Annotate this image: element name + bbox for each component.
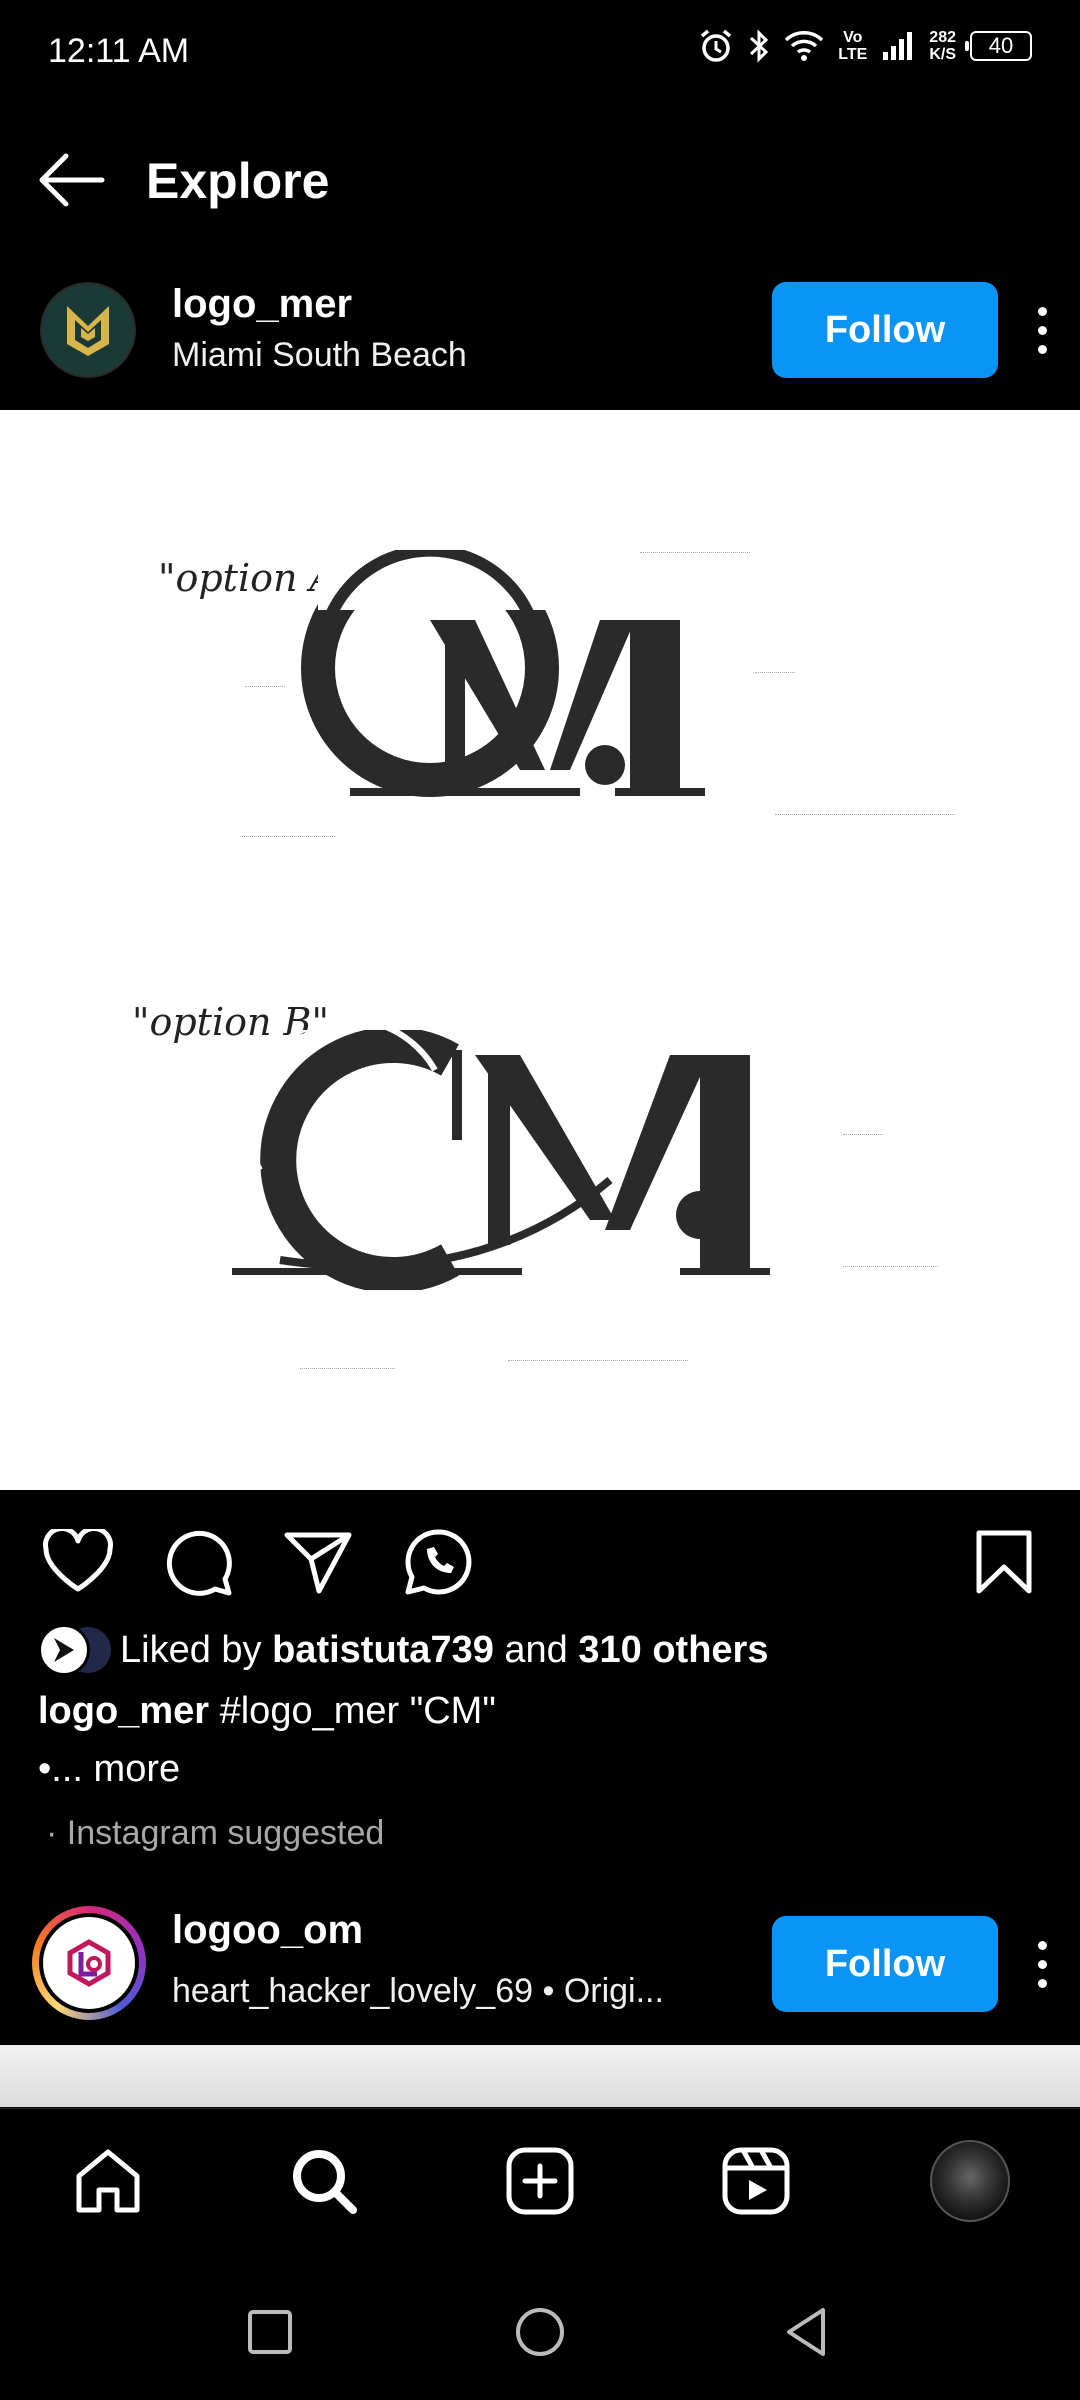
avatar[interactable] (40, 282, 136, 378)
speed-value: 282 (929, 29, 956, 46)
like-button[interactable] (40, 1524, 116, 1600)
network-top: Vo (843, 29, 863, 46)
follow-button[interactable]: Follow (772, 282, 998, 378)
profile-avatar (930, 2140, 1010, 2222)
post-location[interactable]: Miami South Beach (172, 336, 467, 375)
share-button[interactable] (280, 1524, 356, 1600)
nav-search[interactable] (284, 2141, 364, 2221)
caption-text: "CM" (399, 1690, 496, 1732)
annotation (508, 1360, 688, 1380)
post-header: logo_mer Miami South Beach Follow (0, 270, 1080, 410)
liker-avatar (38, 1624, 90, 1676)
square-icon (248, 2310, 292, 2354)
post-username[interactable]: logo_mer (172, 282, 352, 327)
next-post-subtitle[interactable]: heart_hacker_lovely_69 • Origi... (172, 1972, 664, 2011)
caption-username[interactable]: logo_mer (38, 1690, 209, 1732)
suggested-label: · Instagram suggested (46, 1814, 385, 1852)
battery-level: 40 (988, 33, 1014, 58)
circle-icon (516, 2308, 564, 2356)
annotation (640, 552, 750, 582)
brand-logo-icon (67, 1939, 111, 1987)
annotation (300, 1368, 395, 1388)
triangle-back-icon (787, 2308, 825, 2356)
post-image[interactable]: "option A" "option B" (0, 410, 1080, 1490)
bluetooth-icon (750, 29, 769, 63)
network-type: Vo LTE (838, 29, 867, 63)
explore-header: Explore (0, 130, 1080, 230)
likes-prefix: Liked by (120, 1628, 273, 1671)
whatsapp-share-button[interactable] (400, 1524, 476, 1600)
wifi-icon (785, 31, 824, 61)
caption-more-link[interactable]: •... more (38, 1748, 180, 1791)
whatsapp-icon (405, 1529, 472, 1595)
annotation (775, 814, 955, 844)
bookmark-icon (976, 1530, 1032, 1594)
comment-button[interactable] (160, 1524, 236, 1600)
bottom-nav (0, 2108, 1080, 2254)
send-icon (284, 1532, 352, 1594)
home-icon (76, 2149, 140, 2213)
status-time: 12:11 AM (48, 32, 190, 70)
monogram-option-a (301, 550, 705, 797)
annotation (245, 686, 285, 706)
liker-logo-icon (54, 1638, 74, 1662)
post-actions (0, 1510, 1080, 1610)
battery-icon: 40 (965, 31, 1032, 61)
add-post-icon (506, 2147, 574, 2215)
back-system-button[interactable] (776, 2302, 836, 2362)
search-icon (293, 2150, 357, 2214)
page-title: Explore (146, 153, 330, 209)
nav-reels[interactable] (716, 2141, 796, 2221)
annotation (240, 836, 335, 866)
heart-icon (43, 1529, 113, 1592)
system-nav-bar (0, 2256, 1080, 2400)
next-post-header: logoo_om heart_hacker_lovely_69 • Origi.… (0, 1900, 1080, 2040)
arrow-left-icon (39, 153, 105, 207)
nav-create[interactable] (500, 2141, 580, 2221)
liker-avatars (38, 1622, 120, 1678)
signal-icon (883, 32, 913, 60)
nav-profile[interactable] (930, 2140, 1010, 2222)
network-speed: 282 K/S (929, 29, 956, 63)
annotation (843, 1266, 938, 1296)
next-post-image-peek[interactable] (0, 2045, 1080, 2107)
likes-middle: and (493, 1628, 579, 1671)
story-avatar[interactable] (32, 1906, 146, 2020)
likes-summary[interactable]: Liked by batistuta739 and 310 others (38, 1620, 768, 1680)
reels-icon (722, 2147, 790, 2215)
alarm-icon (701, 29, 732, 62)
back-button[interactable] (36, 150, 106, 210)
annotation (843, 1134, 883, 1154)
next-post-more-button[interactable] (1022, 1916, 1062, 2012)
liker-username[interactable]: batistuta739 (272, 1629, 494, 1672)
caption: logo_mer #logo_mer "CM" (38, 1690, 496, 1733)
recents-button[interactable] (240, 2302, 300, 2362)
network-bottom: LTE (838, 46, 868, 63)
status-bar: 12:11 AM Vo LTE 282 K/S 40 (0, 0, 1080, 110)
status-icons: Vo LTE 282 K/S 40 (698, 28, 1032, 64)
brand-logo-icon (67, 306, 109, 356)
next-post-username[interactable]: logoo_om (172, 1908, 363, 1953)
annotation (755, 672, 795, 692)
caption-hashtag[interactable]: #logo_mer (220, 1690, 400, 1732)
comment-icon (166, 1530, 232, 1596)
monogram-option-b (232, 1030, 770, 1290)
save-button[interactable] (966, 1524, 1042, 1600)
next-post-follow-button[interactable]: Follow (772, 1916, 998, 2012)
more-options-button[interactable] (1022, 282, 1062, 378)
home-system-button[interactable] (510, 2302, 570, 2362)
speed-unit: K/S (929, 46, 956, 63)
likes-others[interactable]: 310 others (578, 1629, 768, 1672)
nav-home[interactable] (68, 2141, 148, 2221)
